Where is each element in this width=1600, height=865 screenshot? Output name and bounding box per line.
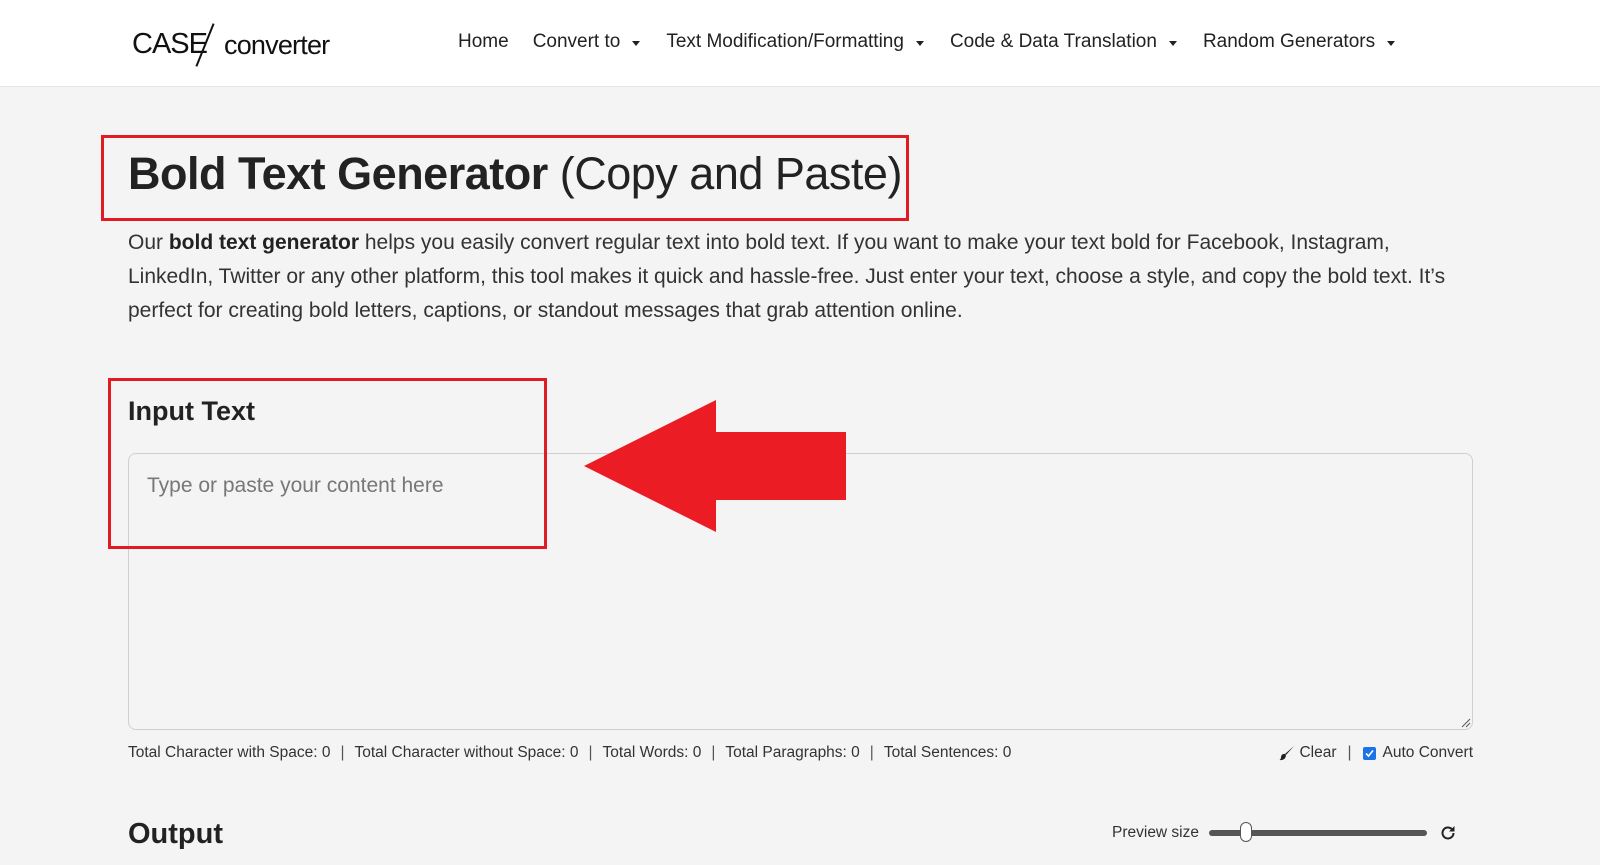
main-nav: Home Convert to Text Modification/Format… (458, 31, 1396, 53)
checkbox-icon[interactable] (1362, 746, 1376, 760)
stat-chars-with-space: Total Character with Space: 0 (128, 744, 331, 761)
nav-item-label: Home (458, 31, 509, 52)
nav-item-text-modification[interactable]: Text Modification/Formatting (666, 31, 924, 53)
nav-item-label: Convert to (532, 31, 621, 52)
preview-size-label: Preview size (1112, 824, 1199, 841)
left-arrow-annotation-icon (584, 400, 846, 532)
clear-label: Clear (1299, 744, 1337, 761)
page-title-bold: Bold Text Generator (128, 148, 548, 199)
intro-bold-phrase: bold text generator (168, 231, 360, 254)
output-heading: Output (128, 818, 224, 850)
page-title-light: (Copy and Paste) (559, 148, 903, 199)
auto-convert-toggle[interactable]: Auto Convert (1362, 744, 1473, 762)
logo-case-text: CASE (132, 28, 208, 60)
clear-button[interactable]: Clear (1279, 744, 1337, 762)
nav-item-home[interactable]: Home (458, 31, 509, 53)
chevron-down-icon (915, 40, 924, 46)
intro-paragraph: Our bold text generator helps you easily… (128, 226, 1478, 328)
nav-item-label: Text Modification/Formatting (666, 31, 904, 52)
stat-chars-without-space: Total Character without Space: 0 (354, 744, 579, 761)
input-heading: Input Text (128, 396, 255, 426)
stat-separator: | (340, 744, 345, 761)
stat-words: Total Words: 0 (602, 744, 702, 761)
nav-item-code-data-translation[interactable]: Code & Data Translation (950, 31, 1177, 53)
nav-item-random-generators[interactable]: Random Generators (1202, 31, 1396, 53)
input-controls: Clear | Auto Convert (1279, 744, 1473, 762)
preview-size-slider[interactable] (1209, 822, 1427, 842)
stat-sentences: Total Sentences: 0 (883, 744, 1012, 761)
chevron-down-icon (1168, 40, 1177, 46)
site-header: CASE converter Home Convert to Text Modi… (0, 0, 1600, 87)
auto-convert-label: Auto Convert (1382, 744, 1473, 761)
nav-item-label: Code & Data Translation (949, 31, 1157, 52)
nav-item-convert-to[interactable]: Convert to (533, 31, 641, 53)
control-separator: | (1347, 744, 1352, 761)
preview-size-control: Preview size (1112, 822, 1457, 842)
brush-icon (1279, 746, 1295, 761)
intro-prefix: Our (128, 231, 169, 254)
stat-separator: | (711, 744, 716, 761)
stat-separator: | (869, 744, 874, 761)
page-title: Bold Text Generator (Copy and Paste) (128, 148, 902, 200)
slider-thumb[interactable] (1239, 822, 1252, 842)
chevron-down-icon (1387, 40, 1396, 46)
logo-converter-text: converter (224, 30, 330, 60)
text-stats: Total Character with Space: 0 | Total Ch… (128, 744, 1011, 762)
site-logo[interactable]: CASE converter (132, 18, 352, 68)
reset-icon[interactable] (1439, 824, 1457, 842)
nav-item-label: Random Generators (1202, 31, 1376, 52)
chevron-down-icon (632, 40, 641, 46)
stat-separator: | (588, 744, 593, 761)
stat-paragraphs: Total Paragraphs: 0 (725, 744, 860, 761)
